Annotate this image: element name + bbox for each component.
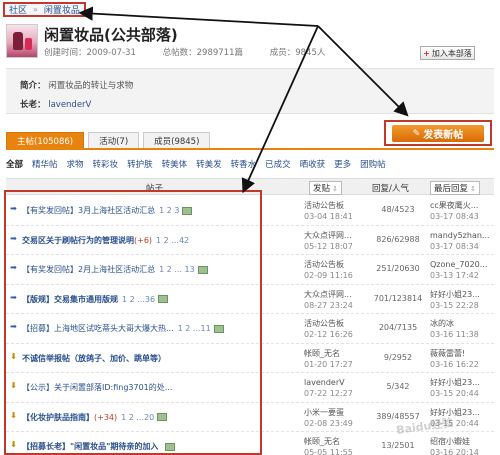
group-page: 社区 » 闲置妆品 闲置妆品(公共部落) 创建时间：2009-07-31 总帖数… (0, 0, 500, 455)
arrow-to-post-list (241, 25, 319, 194)
annotation-arrows (78, 6, 409, 194)
arrow-to-post-button (317, 25, 409, 117)
arrow-to-breadcrumb (78, 6, 319, 27)
